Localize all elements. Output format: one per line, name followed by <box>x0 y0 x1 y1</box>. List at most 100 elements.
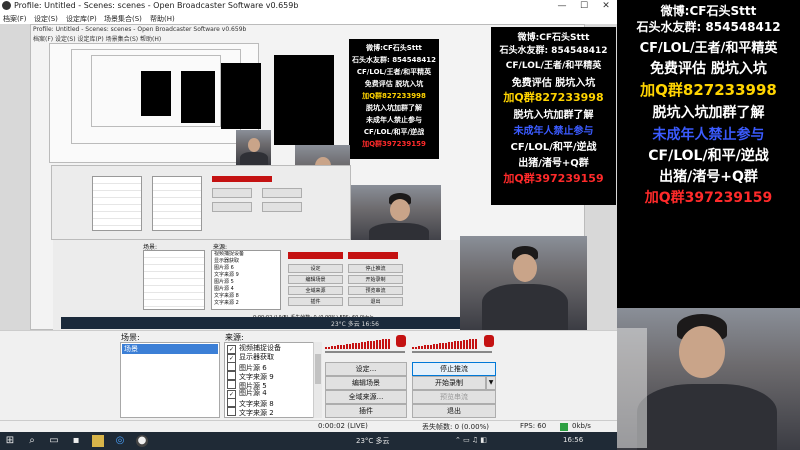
meter-bar <box>364 341 366 349</box>
webcam-preview-mid <box>460 236 587 330</box>
overlay-qq-group-2: 加Q群397239159 <box>644 190 773 206</box>
meter-bar <box>349 343 351 349</box>
obs-logo-icon <box>2 1 11 10</box>
meter-bar <box>421 345 423 349</box>
source-item[interactable]: ✓ 视频捕捉设备 <box>227 344 281 354</box>
maximize-button[interactable]: ☐ <box>574 0 594 12</box>
meter-bar <box>442 343 444 349</box>
meter-bar <box>475 338 477 349</box>
mic-volume-slider[interactable] <box>412 351 492 353</box>
meter-bar <box>379 339 381 349</box>
source-checkbox[interactable] <box>227 362 236 371</box>
record-dropdown-button[interactable]: ▼ <box>486 376 496 390</box>
edge-icon[interactable]: ◎ <box>114 435 126 447</box>
nested-window-title: Profile: Untitled - Scenes: scenes - Ope… <box>33 26 247 33</box>
meter-bar <box>373 340 375 349</box>
preview-area: Profile: Untitled - Scenes: scenes - Ope… <box>0 24 617 330</box>
source-item[interactable]: 文字来源 2 <box>227 407 274 417</box>
mic-icon[interactable] <box>484 335 494 347</box>
obs-icon[interactable]: ● <box>136 435 148 447</box>
speaker-icon[interactable] <box>396 335 406 347</box>
scrollbar-thumb[interactable] <box>315 354 321 384</box>
menu-bar: 档案(F) 设定(S) 设定库(P) 场景集合(S) 帮助(H) <box>0 13 617 24</box>
meter-bar <box>418 346 420 349</box>
close-button[interactable]: ✕ <box>596 0 616 12</box>
tray-icons[interactable]: ⌃ ▭ ♫ ◧ <box>455 436 487 444</box>
weather-widget[interactable]: 23°C 多云 <box>356 436 390 446</box>
menu-scene-collection[interactable]: 场景集合(S) <box>104 14 142 24</box>
preview-stream-button[interactable]: 预览串流 <box>412 390 496 404</box>
meter-bar <box>388 338 390 349</box>
status-bar: 0:00:02 (LIVE) 丢失帧数: 0 (0.00%) FPS: 60 0… <box>0 420 617 432</box>
menu-help[interactable]: 帮助(H) <box>150 14 175 24</box>
source-item[interactable]: ✓ 图片源 4 <box>227 389 267 399</box>
sources-scrollbar[interactable] <box>313 342 322 418</box>
webcam-feed-main <box>617 308 800 450</box>
meter-bar <box>412 347 414 349</box>
source-item[interactable]: 文字来源 8 <box>227 398 274 408</box>
chat-icon[interactable]: ▪ <box>70 435 82 447</box>
stop-stream-button[interactable]: 停止推流 <box>412 362 496 376</box>
meter-bar <box>439 343 441 349</box>
mic-audio-meter <box>412 338 480 349</box>
menu-profile[interactable]: 设定库(P) <box>66 14 97 24</box>
overlay-fan-group: 石头水友群: 854548412 <box>636 20 781 34</box>
status-indicator <box>560 423 568 431</box>
source-item[interactable]: ✓ 显示器获取 <box>227 353 274 363</box>
window-title: Profile: Untitled - Scenes: scenes - Ope… <box>14 1 299 10</box>
file-explorer-icon[interactable] <box>92 435 104 447</box>
global-sources-button[interactable]: 全域来源... <box>325 390 407 404</box>
edit-scene-button[interactable]: 编辑场景 <box>325 376 407 390</box>
minimize-button[interactable]: — <box>552 0 572 12</box>
source-item[interactable]: 文字来源 9 <box>227 371 274 381</box>
source-checkbox[interactable] <box>227 407 236 416</box>
meter-bar <box>427 345 429 349</box>
nested-taskbar: 23°C 多云 16:56 <box>61 317 471 329</box>
search-icon[interactable]: ⌕ <box>26 435 38 447</box>
desktop-volume-slider[interactable] <box>325 351 405 353</box>
meter-bar <box>424 345 426 349</box>
recursive-overlay <box>221 63 261 129</box>
webcam-feed <box>351 185 441 245</box>
menu-file[interactable]: 档案(F) <box>3 14 27 24</box>
scenes-list[interactable]: 场景 <box>120 342 220 418</box>
clock[interactable]: 16:56 <box>563 436 583 444</box>
meter-bar <box>457 341 459 349</box>
exit-button[interactable]: 退出 <box>412 404 496 418</box>
source-checkbox[interactable] <box>227 398 236 407</box>
overlay-accounts: 出猪/渚号+Q群 <box>659 169 758 185</box>
meter-bar <box>463 340 465 349</box>
source-item[interactable]: 图片源 6 <box>227 362 267 372</box>
meter-bar <box>385 339 387 349</box>
recursive-overlay <box>141 71 171 116</box>
start-record-button[interactable]: 开始录制 <box>412 376 486 390</box>
scene-item-selected[interactable]: 场景 <box>122 344 218 354</box>
meter-bar <box>451 341 453 349</box>
meter-bar <box>343 344 345 349</box>
overlay-minors: 未成年人禁止参与 <box>652 127 765 143</box>
windows-icon[interactable]: ⊞ <box>4 435 16 447</box>
meter-bar <box>460 340 462 349</box>
settings-button[interactable]: 设定... <box>325 362 407 376</box>
source-checkbox[interactable] <box>227 380 236 389</box>
meter-bar <box>328 346 330 349</box>
meter-bar <box>436 343 438 349</box>
obs-window: Profile: Untitled - Scenes: scenes - Ope… <box>0 0 617 432</box>
meter-bar <box>454 341 456 349</box>
sources-list[interactable]: ✓ 视频捕捉设备 ✓ 显示器获取 图片源 6 文字来源 9 图片源 5 ✓ 图片源 4… <box>224 342 322 418</box>
overlay-games: CF/LOL/王者/和平精英 <box>639 41 778 56</box>
task-view-icon[interactable]: ▭ <box>48 435 60 447</box>
menu-settings[interactable]: 设定(S) <box>34 14 58 24</box>
meter-bar <box>430 344 432 349</box>
source-checkbox[interactable] <box>227 371 236 380</box>
stream-overlay-text: 微博:CF石头Sttt 石头水友群: 854548412 CF/LOL/王者/和… <box>617 0 800 308</box>
overlay-free-eval: 免费评估 脱坑入坑 <box>650 61 767 77</box>
title-bar: Profile: Untitled - Scenes: scenes - Ope… <box>0 0 617 13</box>
meter-bar <box>367 341 369 349</box>
nested-menu-bar: 档案(F) 设定(S) 设定库(P) 场景集合(S) 帮助(H) <box>33 36 162 43</box>
source-item[interactable]: 图片源 5 <box>227 380 267 390</box>
nested-overlay-large: 微博:CF石头Sttt 石头水友群: 854548412 CF/LOL/王者/和… <box>491 27 616 205</box>
plugins-button[interactable]: 插件 <box>325 404 407 418</box>
meter-bar <box>472 339 474 349</box>
bitrate-readout: 0kb/s <box>572 422 591 430</box>
